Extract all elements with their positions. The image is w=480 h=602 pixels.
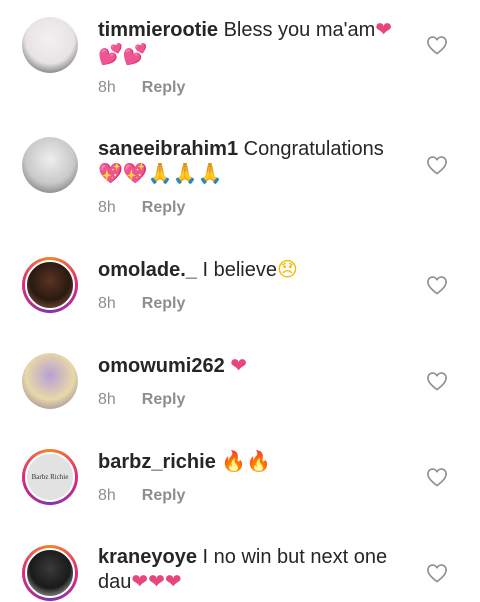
like-heart-icon[interactable] (426, 35, 448, 55)
heart-emoji: ❤ (148, 569, 165, 593)
reply-button[interactable]: Reply (142, 295, 186, 312)
sparkling-heart-emoji: 💖 (122, 161, 148, 185)
comment-meta: 8h Reply (98, 295, 185, 313)
folded-hands-emoji: 🙏 (147, 161, 173, 185)
avatar[interactable] (22, 353, 78, 409)
comment-username[interactable]: kraneyoye (98, 546, 197, 568)
comment-timestamp: 8h (98, 391, 116, 408)
reply-button[interactable]: Reply (142, 487, 186, 504)
avatar[interactable] (22, 137, 78, 193)
folded-hands-emoji: 🙏 (172, 161, 198, 185)
folded-hands-emoji: 🙏 (197, 161, 223, 185)
comment-meta: 8h Reply (98, 391, 185, 409)
comment-text: barbz_richie 🔥🔥 (98, 449, 408, 474)
comment-text: omolade._ I believe😞 (98, 257, 408, 282)
comment-timestamp: 8h (98, 295, 116, 312)
avatar[interactable] (22, 545, 78, 601)
heart-emoji: ❤ (230, 353, 248, 377)
fire-emoji: 🔥 (221, 449, 247, 473)
sparkling-heart-emoji: 💖 (98, 161, 123, 185)
heart-emoji: ❤ (375, 17, 393, 41)
reply-button[interactable]: Reply (142, 391, 186, 408)
like-heart-icon[interactable] (426, 467, 448, 487)
disappointed-face-emoji: 😞 (276, 257, 298, 281)
reply-button[interactable]: Reply (142, 79, 186, 96)
comment-message: Bless you ma'am (223, 19, 376, 41)
comment-message: Congratulations (243, 138, 384, 160)
comment-timestamp: 8h (98, 199, 116, 216)
reply-button[interactable]: Reply (142, 199, 186, 216)
comment-username[interactable]: omowumi262 (98, 355, 225, 377)
like-heart-icon[interactable] (426, 155, 448, 175)
two-hearts-emoji: 💕 (98, 42, 123, 66)
comment-meta: 8h Reply (98, 487, 185, 505)
comment-meta: 8h Reply (98, 79, 185, 97)
comment-meta: 8h Reply (98, 199, 185, 217)
comment-username[interactable]: saneeibrahim1 (98, 138, 238, 160)
like-heart-icon[interactable] (426, 371, 448, 391)
heart-emoji: ❤ (164, 569, 182, 593)
comment-username[interactable]: barbz_richie (98, 451, 216, 473)
avatar[interactable]: Barbz Richie (22, 449, 78, 505)
comment-text: omowumi262 ❤ (98, 353, 408, 378)
comment-text: kraneyoye I no win but next one dau❤❤❤ (98, 545, 408, 594)
like-heart-icon[interactable] (426, 563, 448, 583)
comment-timestamp: 8h (98, 487, 116, 504)
comment-username[interactable]: omolade._ (98, 259, 197, 281)
comment-username[interactable]: timmierootie (98, 19, 218, 41)
comment-text: saneeibrahim1 Congratulations💖💖🙏🙏🙏 (98, 137, 408, 186)
avatar[interactable] (22, 257, 78, 313)
fire-emoji: 🔥 (246, 449, 272, 473)
comment-message: I believe (202, 259, 277, 281)
avatar[interactable] (22, 17, 78, 73)
heart-emoji: ❤ (131, 569, 149, 593)
avatar-logo-text: Barbz Richie (31, 473, 69, 481)
two-hearts-emoji: 💕 (122, 42, 148, 66)
like-heart-icon[interactable] (426, 275, 448, 295)
comment-timestamp: 8h (98, 79, 116, 96)
comment-text: timmierootie Bless you ma'am❤ 💕💕 (98, 17, 408, 67)
